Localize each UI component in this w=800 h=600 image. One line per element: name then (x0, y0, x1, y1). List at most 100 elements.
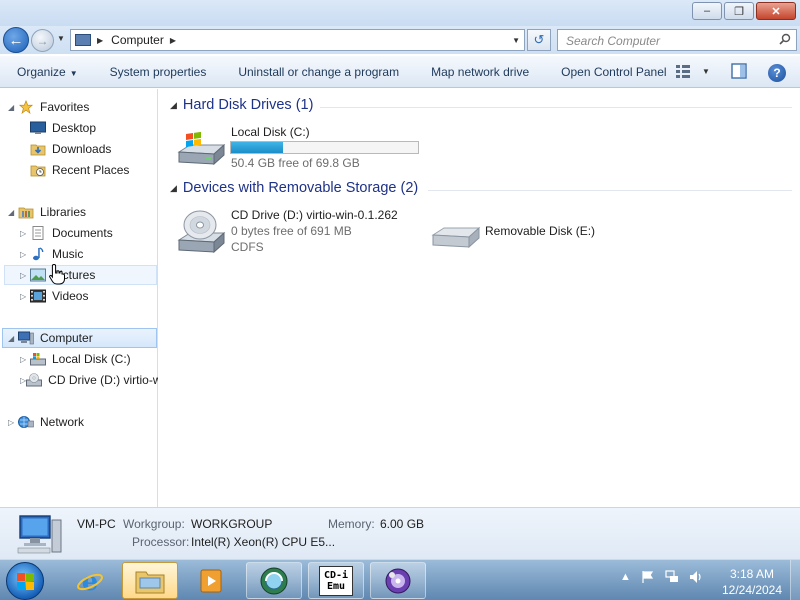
group-title: Devices with Removable Storage (2) (182, 180, 419, 196)
sidebar-label: CD Drive (D:) virtio-win-0.1.262 (48, 373, 158, 387)
internet-explorer-icon: e (77, 567, 103, 596)
expand-arrow-icon[interactable]: ▷ (20, 355, 30, 364)
open-control-panel-button[interactable]: Open Control Panel (544, 65, 681, 79)
expand-arrow-icon[interactable]: ▷ (20, 271, 30, 280)
maximize-button[interactable]: ❐ (724, 2, 754, 20)
clock-date: 12/24/2024 (721, 583, 783, 597)
recent-places-icon (30, 165, 46, 177)
collapse-arrow-icon[interactable]: ◢ (8, 103, 18, 112)
clock[interactable]: 3:18 AM 12/24/2024 (712, 566, 792, 598)
preview-pane-icon[interactable] (730, 62, 748, 80)
folder-icon (135, 571, 165, 593)
hard-drive-icon (30, 353, 46, 366)
sidebar-label: Network (40, 415, 85, 429)
workgroup-label: Workgroup: (123, 517, 185, 531)
sidebar-label: Libraries (40, 205, 87, 219)
navigation-bar: ← → ▼ ▶ Computer ▶ ▼ ↺ Search Computer (0, 26, 800, 54)
show-desktop-button[interactable] (790, 560, 800, 600)
sidebar-label: Computer (40, 331, 93, 345)
processor-value: Intel(R) Xeon(R) CPU E5... (191, 535, 336, 549)
help-icon[interactable]: ? (768, 64, 786, 82)
search-input[interactable]: Search Computer (557, 29, 797, 51)
sidebar-item-recent-places[interactable]: Recent Places (30, 160, 129, 180)
sidebar-label: Downloads (52, 142, 112, 156)
refresh-button[interactable]: ↺ (527, 29, 551, 51)
clock-time: 3:18 AM (729, 567, 775, 581)
breadcrumb-chevron-icon[interactable]: ▶ (170, 36, 176, 45)
expand-arrow-icon[interactable]: ▷ (20, 229, 30, 238)
sidebar-item-local-disk[interactable]: ▷ Local Disk (C:) (20, 349, 131, 369)
group-header-hard-disk-drives[interactable]: ◢ Hard Disk Drives (1) (170, 97, 313, 113)
start-button[interactable] (6, 562, 44, 600)
sidebar-item-documents[interactable]: ▷ Documents (20, 223, 113, 243)
sidebar-item-desktop[interactable]: Desktop (30, 118, 96, 138)
volume-icon[interactable] (689, 570, 703, 584)
taskbar-app-disc[interactable] (370, 562, 426, 599)
videos-icon (30, 289, 46, 303)
back-button[interactable]: ← (3, 27, 29, 53)
network-icon (18, 416, 34, 428)
sidebar-item-computer[interactable]: ◢ Computer (2, 328, 157, 348)
taskbar-internet-explorer[interactable]: e (62, 562, 118, 599)
show-hidden-icons-icon[interactable]: ▲ (620, 571, 631, 583)
chevron-down-icon: ▼ (69, 68, 78, 78)
address-dropdown-icon[interactable]: ▼ (512, 36, 520, 45)
breadcrumb-chevron-icon[interactable]: ▶ (97, 36, 103, 45)
search-icon[interactable] (779, 33, 791, 45)
sidebar-item-pictures[interactable]: ▷ Pictures (4, 265, 157, 285)
organize-button[interactable]: Organize ▼ (0, 65, 93, 79)
drive-filesystem: CDFS (231, 240, 264, 254)
forward-button[interactable]: → (31, 29, 54, 52)
sidebar-item-network[interactable]: ▷ Network (8, 412, 84, 432)
taskbar-cdi-emu[interactable]: CD-i Emu (308, 562, 364, 599)
sidebar-item-videos[interactable]: ▷ Videos (20, 286, 88, 306)
action-center-flag-icon[interactable] (641, 570, 655, 584)
uninstall-program-button[interactable]: Uninstall or change a program (221, 65, 414, 79)
close-button[interactable]: ✕ (756, 2, 796, 20)
network-status-icon[interactable] (665, 570, 679, 584)
capacity-fill (231, 142, 284, 153)
search-placeholder: Search Computer (566, 34, 661, 48)
expand-arrow-icon[interactable]: ▷ (20, 250, 30, 259)
breadcrumb-computer[interactable]: Computer (111, 33, 164, 47)
hard-drive-windows-icon (177, 131, 226, 166)
change-view-icon[interactable] (674, 62, 692, 80)
collapse-group-icon[interactable]: ◢ (170, 183, 177, 194)
sidebar-item-libraries[interactable]: ◢ Libraries (8, 202, 86, 222)
sidebar-item-music[interactable]: ▷ Music (20, 244, 83, 264)
taskbar-windows-explorer[interactable] (122, 562, 178, 599)
desktop-icon (30, 121, 46, 134)
group-header-removable-storage[interactable]: ◢ Devices with Removable Storage (2) (170, 180, 418, 196)
media-player-icon (200, 569, 222, 592)
drive-name: Removable Disk (E:) (485, 224, 596, 238)
sidebar-label: Favorites (40, 100, 90, 114)
group-divider (320, 107, 792, 108)
collapse-arrow-icon[interactable]: ◢ (8, 334, 18, 343)
taskbar-app-globe[interactable] (246, 562, 302, 599)
minimize-button[interactable]: – (692, 2, 722, 20)
system-properties-button[interactable]: System properties (93, 65, 222, 79)
expand-arrow-icon[interactable]: ▷ (20, 292, 30, 301)
expand-arrow-icon[interactable]: ▷ (8, 418, 18, 427)
address-bar[interactable]: ▶ Computer ▶ ▼ (70, 29, 525, 51)
collapse-arrow-icon[interactable]: ◢ (8, 208, 18, 217)
recent-pages-dropdown[interactable]: ▼ (57, 34, 65, 43)
sidebar-label: Documents (52, 226, 113, 240)
sidebar-item-favorites[interactable]: ◢ Favorites (8, 97, 89, 117)
cdi-emu-label: CD-i (323, 569, 349, 581)
window-controls: – ❐ ✕ (690, 2, 796, 20)
pictures-icon (30, 268, 46, 282)
navigation-pane: ◢ Favorites Desktop Downloads Recent Pla… (0, 89, 158, 507)
map-network-drive-button[interactable]: Map network drive (414, 65, 544, 79)
memory-label: Memory: (328, 517, 375, 531)
collapse-group-icon[interactable]: ◢ (170, 100, 177, 111)
cdi-emu-label: Emu (326, 580, 346, 592)
sidebar-item-downloads[interactable]: Downloads (30, 139, 111, 159)
taskbar-media-player[interactable] (184, 562, 240, 599)
computer-icon (75, 34, 91, 46)
sidebar-label: Desktop (52, 121, 97, 135)
view-options-dropdown-icon[interactable]: ▼ (702, 67, 710, 76)
cd-drive-icon (177, 210, 226, 254)
windows-logo-icon (17, 573, 34, 590)
sidebar-item-cd-drive[interactable]: ▷ CD Drive (D:) virtio-win-0.1.262 (20, 370, 158, 390)
